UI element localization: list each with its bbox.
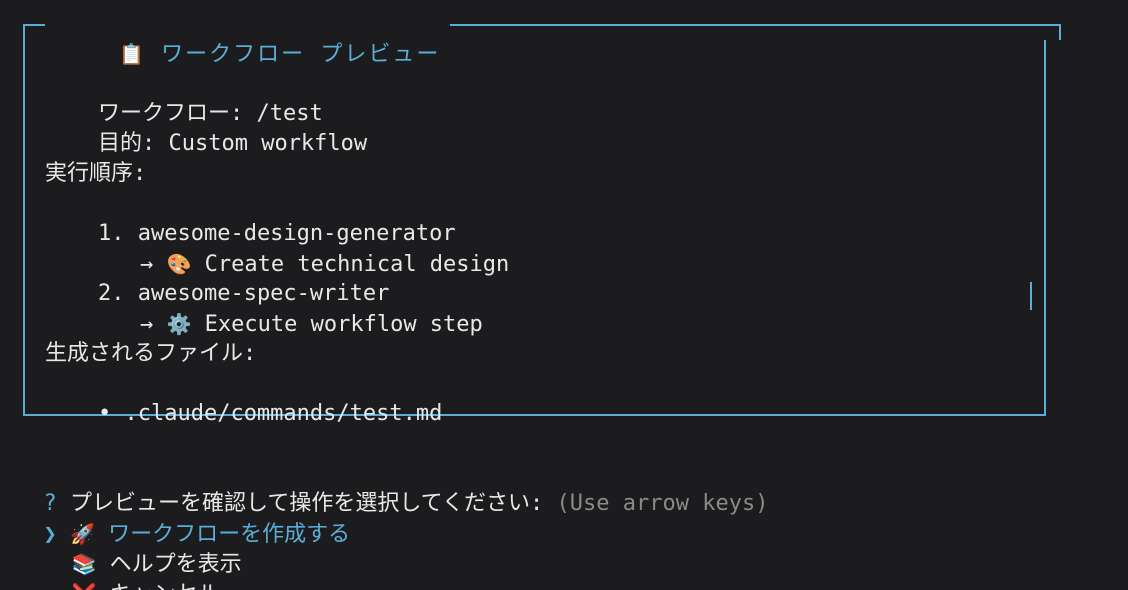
step-1-description-row: → 🎨 Create technical design	[87, 219, 509, 277]
clipboard-icon: 📋	[118, 42, 146, 66]
file-row: • .claude/commands/test.md	[45, 369, 442, 426]
purpose-row: 目的: Custom workflow	[45, 99, 367, 156]
preview-title-text: ワークフロー プレビュー	[161, 42, 441, 67]
step-description: Execute workflow step	[204, 312, 483, 337]
cross-mark-icon: ❌	[72, 582, 97, 590]
purpose-value: Custom workflow	[168, 131, 368, 156]
option-cancel[interactable]: ❌ キャンセル	[45, 549, 220, 590]
box-top-left-border	[23, 24, 45, 26]
purpose-label: 目的:	[97, 131, 156, 156]
option-create-workflow[interactable]: ❯ 🚀 ワークフローを作成する	[17, 489, 351, 547]
preview-title: 📋 ワークフロー プレビュー	[48, 9, 451, 67]
file-path: .claude/commands/test.md	[124, 401, 443, 426]
workflow-row: ワークフロー: /test	[45, 69, 323, 126]
arrow-right-icon: →	[139, 312, 154, 337]
step-2-row: 2. awesome-spec-writer	[45, 249, 389, 306]
order-heading: 実行順序:	[45, 161, 147, 186]
box-right-border	[1044, 40, 1046, 416]
option-label: キャンセル	[110, 582, 220, 590]
prompt-question-row: ? プレビューを確認して操作を選択してください: (Use arrow keys…	[17, 459, 769, 516]
step-2-description-row: → ⚙️ Execute workflow step	[87, 279, 483, 337]
bullet-icon: •	[97, 401, 112, 426]
step-1-row: 1. awesome-design-generator	[45, 189, 456, 246]
prompt-hint: (Use arrow keys)	[556, 491, 769, 516]
box-left-border	[23, 24, 25, 416]
option-show-help[interactable]: 📚 ヘルプを表示	[45, 519, 242, 577]
box-right-border-top	[1059, 24, 1061, 40]
box-top-right-border	[437, 24, 1061, 26]
gear-icon: ⚙️	[166, 312, 192, 336]
box-right-border-glitch	[1030, 282, 1032, 310]
files-heading: 生成されるファイル:	[45, 341, 257, 366]
